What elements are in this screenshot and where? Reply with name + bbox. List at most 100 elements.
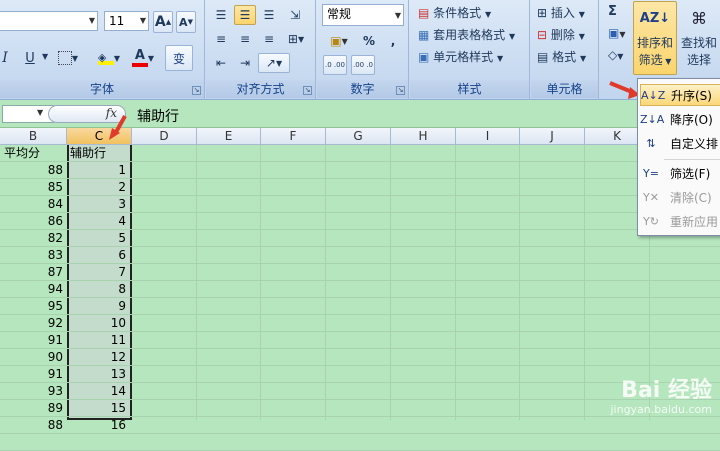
- cell-C[interactable]: 3: [67, 196, 130, 212]
- fill-icon[interactable]: ▣▼: [608, 26, 626, 40]
- cell-C[interactable]: 8: [67, 281, 130, 297]
- align-center-icon[interactable]: ≡: [234, 29, 256, 49]
- clear-filter-icon: Y✕: [643, 190, 659, 204]
- column-header-H[interactable]: H: [391, 128, 456, 145]
- menu-item-sort-ascending[interactable]: A↓Z 升序(S): [640, 84, 720, 106]
- cell-B-header[interactable]: 平均分: [4, 145, 67, 161]
- shrink-font-button[interactable]: A ▼: [176, 11, 196, 33]
- cell-C-header[interactable]: 辅助行: [70, 145, 130, 161]
- font-color-button[interactable]: A ▼: [128, 47, 158, 69]
- cell-B[interactable]: 88: [0, 162, 67, 178]
- border-button[interactable]: ▼: [54, 47, 82, 69]
- cell-B[interactable]: 87: [0, 264, 67, 280]
- autosum-button[interactable]: Σ: [608, 4, 617, 19]
- column-header-G[interactable]: G: [326, 128, 391, 145]
- column-header-J[interactable]: J: [520, 128, 585, 145]
- align-bottom-icon[interactable]: ☰: [258, 5, 280, 25]
- percent-button[interactable]: %: [359, 31, 379, 51]
- comma-button[interactable]: ,: [383, 31, 403, 51]
- cell-B[interactable]: 93: [0, 383, 67, 399]
- cell-B[interactable]: 82: [0, 230, 67, 246]
- grid-line: [0, 178, 720, 179]
- currency-icon[interactable]: ▣ ▼: [322, 31, 356, 51]
- column-header-D[interactable]: D: [132, 128, 197, 145]
- cell-C[interactable]: 6: [67, 247, 130, 263]
- pointer-arrow-column: [109, 115, 127, 140]
- conditional-format-button[interactable]: ▤ 条件格式 ▼: [418, 4, 491, 21]
- number-dialog-launcher-icon[interactable]: ↘: [396, 86, 405, 95]
- column-header-F[interactable]: F: [261, 128, 326, 145]
- grow-font-button[interactable]: A ▲: [153, 11, 173, 33]
- cell-C[interactable]: 13: [67, 366, 130, 382]
- paint-bucket-icon: ◈: [97, 51, 114, 65]
- cell-B[interactable]: 85: [0, 179, 67, 195]
- cell-B[interactable]: 91: [0, 366, 67, 382]
- cell-C[interactable]: 5: [67, 230, 130, 246]
- orientation-icon[interactable]: ↗ ▼: [258, 53, 290, 73]
- font-dialog-launcher-icon[interactable]: ↘: [192, 86, 201, 95]
- increase-indent-icon[interactable]: ⇥: [234, 53, 256, 73]
- decrease-indent-icon[interactable]: ⇤: [210, 53, 232, 73]
- underline-dropdown-icon[interactable]: ▼: [42, 52, 48, 61]
- fill-color-button[interactable]: ◈ ▼: [92, 47, 126, 69]
- align-left-icon[interactable]: ≡: [210, 29, 232, 49]
- menu-item-label: 降序(O): [670, 112, 713, 127]
- decrease-decimal-icon[interactable]: .00 .0: [351, 55, 375, 75]
- column-header-I[interactable]: I: [456, 128, 520, 145]
- cell-C[interactable]: 10: [67, 315, 130, 331]
- delete-cells-button[interactable]: ⊟ 删除 ▼: [537, 26, 585, 43]
- name-box[interactable]: ▼: [2, 105, 54, 123]
- insert-cells-button[interactable]: ⊞ 插入 ▼: [537, 4, 585, 21]
- sort-az-icon: AZ↓: [639, 11, 671, 26]
- cell-B[interactable]: 94: [0, 281, 67, 297]
- cell-C[interactable]: 1: [67, 162, 130, 178]
- wrap-text-icon[interactable]: ⇲: [284, 5, 306, 25]
- menu-item-filter[interactable]: Y= 筛选(F): [640, 162, 720, 184]
- cell-C[interactable]: 14: [67, 383, 130, 399]
- column-header-B[interactable]: B: [0, 128, 67, 145]
- cell-B[interactable]: 95: [0, 298, 67, 314]
- italic-button[interactable]: I: [0, 47, 12, 69]
- sort-filter-button[interactable]: AZ↓ 排序和 筛选 ▼: [633, 1, 677, 75]
- font-size-field[interactable]: 11 ▼: [104, 11, 149, 31]
- increase-decimal-icon[interactable]: .0 .00: [323, 55, 347, 75]
- menu-item-reapply: Y↻ 重新应用: [640, 210, 720, 232]
- cell-C[interactable]: 15: [67, 400, 130, 416]
- number-format-field[interactable]: 常规 ▼: [322, 4, 404, 26]
- align-top-icon[interactable]: ☰: [210, 5, 232, 25]
- cell-B[interactable]: 92: [0, 315, 67, 331]
- cell-styles-button[interactable]: ▣ 单元格样式 ▼: [418, 48, 503, 65]
- align-dialog-launcher-icon[interactable]: ↘: [303, 86, 312, 95]
- cell-B[interactable]: 91: [0, 332, 67, 348]
- cell-C[interactable]: 16: [67, 417, 130, 433]
- merge-center-icon[interactable]: ⊞ ▼: [282, 29, 310, 49]
- find-select-button[interactable]: ⌘ 查找和 选择: [679, 1, 719, 75]
- cell-B[interactable]: 84: [0, 196, 67, 212]
- formula-input[interactable]: 辅助行: [137, 106, 179, 126]
- cell-C[interactable]: 7: [67, 264, 130, 280]
- cell-B[interactable]: 83: [0, 247, 67, 263]
- format-cells-button[interactable]: ▤ 格式 ▼: [537, 48, 586, 65]
- cell-C[interactable]: 9: [67, 298, 130, 314]
- clear-icon[interactable]: ◇▼: [608, 48, 623, 62]
- cell-C[interactable]: 12: [67, 349, 130, 365]
- find-select-label-1: 查找和: [680, 36, 717, 50]
- cell-C[interactable]: 11: [67, 332, 130, 348]
- format-as-table-button[interactable]: ▦ 套用表格格式 ▼: [418, 26, 515, 43]
- cell-C[interactable]: 2: [67, 179, 130, 195]
- cell-B[interactable]: 86: [0, 213, 67, 229]
- menu-item-label: 升序(S): [671, 88, 712, 103]
- align-right-icon[interactable]: ≡: [258, 29, 280, 49]
- cell-B[interactable]: 90: [0, 349, 67, 365]
- align-middle-icon[interactable]: ☰: [234, 5, 256, 25]
- cell-B[interactable]: 88: [0, 417, 67, 433]
- column-header-E[interactable]: E: [197, 128, 261, 145]
- cell-B[interactable]: 89: [0, 400, 67, 416]
- font-name-field[interactable]: ▼: [0, 11, 98, 31]
- menu-item-custom-sort[interactable]: ⇅ 自定义排: [640, 132, 720, 154]
- underline-button[interactable]: U: [20, 47, 40, 69]
- cell-C[interactable]: 4: [67, 213, 130, 229]
- menu-item-sort-descending[interactable]: Z↓A 降序(O): [640, 108, 720, 130]
- align-group-label: 对齐方式: [206, 80, 315, 98]
- phonetic-button[interactable]: 变: [165, 45, 193, 71]
